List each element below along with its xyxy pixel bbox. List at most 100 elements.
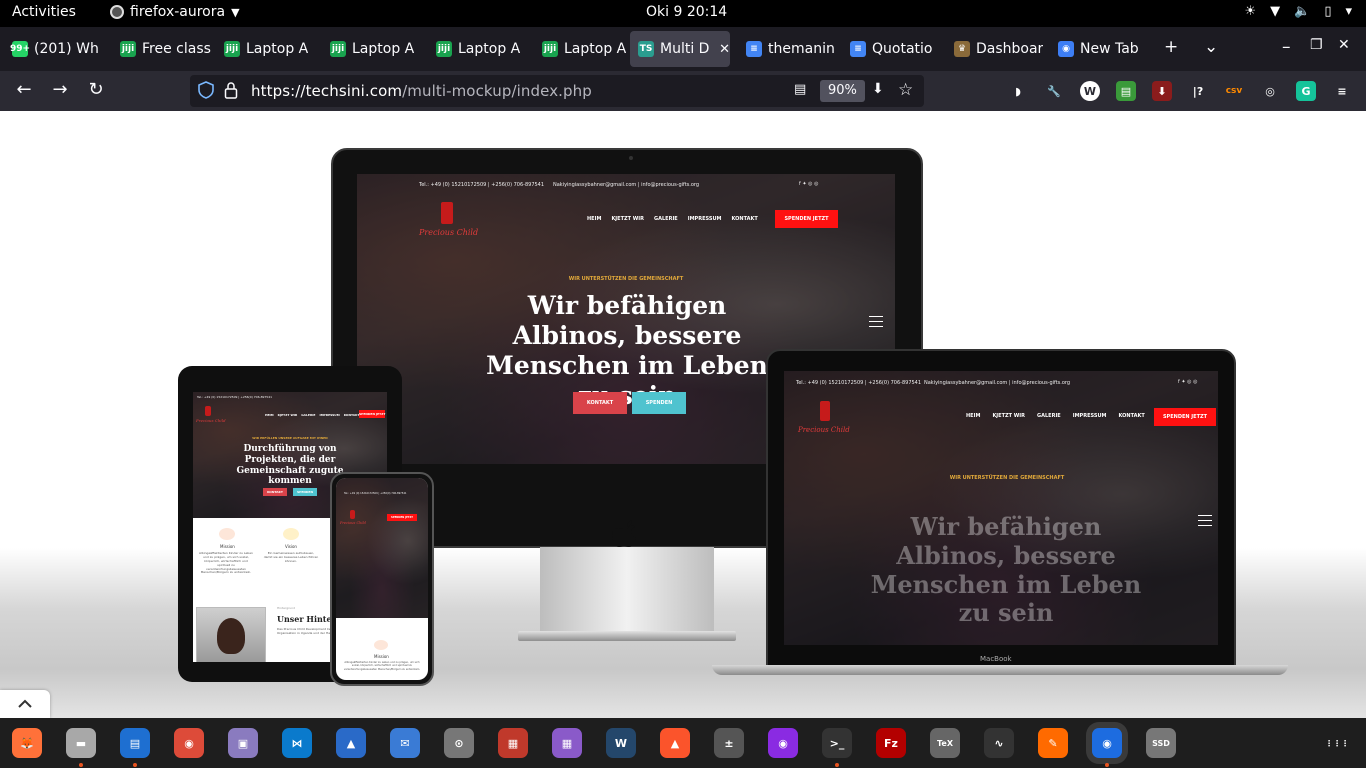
tab-2[interactable]: jiji Free class [112,31,212,67]
clock[interactable]: Oki 9 20:14 [646,4,727,20]
bookmark-star-icon[interactable]: ☆ [898,80,913,100]
tab-10[interactable]: ♛ Dashboar [946,31,1046,67]
activities-button[interactable]: Activities [12,4,76,20]
reload-button[interactable]: ↻ [84,79,108,100]
ext-green-icon[interactable]: ▤ [1116,81,1136,101]
mb-topline: Tel.: +49 (0) 15210172509 | +256(0) 706-… [796,380,922,386]
battery-icon: ▯ [1324,4,1332,19]
wordpress-icon[interactable]: W [1080,81,1100,101]
phone-topline: Tel.: +49 (0) 15210172509 | +256(0) 706-… [344,492,407,495]
mail-icon[interactable]: ✉ [390,728,420,758]
lock-icon[interactable] [224,81,238,99]
ext-yellow-icon[interactable]: |? [1188,81,1208,101]
ssd-icon[interactable]: SSD [1146,728,1176,758]
whatsapp-icon: 99+ [10,41,30,57]
close-window-button[interactable]: ✕ [1338,37,1350,53]
ipad-contact-button[interactable]: KONTAKT [263,488,287,496]
terminal-icon[interactable]: >_ [822,728,852,758]
tab-3[interactable]: jiji Laptop A [216,31,318,67]
nav-kjetzt[interactable]: KJETZT WIR [611,216,644,222]
list-all-tabs-button[interactable]: ⌄ [1204,37,1218,57]
donate-button[interactable]: SPENDEN JETZT [775,210,838,228]
scroll-to-top-button[interactable] [0,690,50,718]
close-tab-icon[interactable]: ✕ [719,42,730,57]
spenden-button[interactable]: SPENDEN [632,392,686,414]
system-tray[interactable]: ☀ ▼ 🔈 ▯ ▾ [1244,4,1352,19]
mb-nav-kontakt[interactable]: KONTAKT [1119,413,1145,419]
tab-5[interactable]: jiji Laptop A [428,31,530,67]
back-button[interactable]: ← [12,79,36,100]
tab-label: Free class [142,41,211,57]
docs-icon: ≡ [850,41,866,57]
firefox-aurora-icon[interactable]: ◉ [1092,728,1122,758]
wrench-icon[interactable]: 🔧 [1044,81,1064,101]
wireshark-icon[interactable]: W [606,728,636,758]
download-page-icon[interactable]: ⬇ [872,81,884,97]
writer-icon[interactable]: ▤ [120,728,150,758]
ipad-donate-button[interactable]: SPENDEN JETZT [359,410,385,418]
podcast-icon[interactable]: ◉ [768,728,798,758]
contact-button[interactable]: KONTAKT [573,392,627,414]
nav-heim[interactable]: HEIM [587,216,601,222]
mb-nav-kjetzt[interactable]: KJETZT WIR [992,413,1025,419]
video-icon[interactable]: ▦ [552,728,582,758]
ipad-spenden-button[interactable]: SPENDEN [293,488,317,496]
mb-nav-impressum[interactable]: IMPRESSUM [1073,413,1107,419]
calculator-icon[interactable]: ± [714,728,744,758]
nav-kontakt[interactable]: KONTAKT [732,216,758,222]
new-tab-button[interactable]: + [1164,37,1178,57]
reader-view-icon[interactable]: ▤ [794,82,806,97]
jiji-icon: jiji [330,41,346,57]
filezilla-icon[interactable]: Fz [876,728,906,758]
tab-7[interactable]: TS Multi D ✕ [630,31,730,67]
tab-11[interactable]: ◉ New Tab [1050,31,1154,67]
tab-1[interactable]: 99+ (201) Wh [4,31,108,67]
site-topline: Tel.: +49 (0) 15210172509 | +256(0) 706-… [419,182,545,188]
tab-6[interactable]: jiji Laptop A [534,31,628,67]
mb-nav-galerie[interactable]: GALERIE [1037,413,1061,419]
mb-donate-button[interactable]: SPENDEN JETZT [1154,408,1216,426]
shield-icon[interactable] [198,81,214,99]
zoom-indicator[interactable]: 90% [820,80,865,102]
grammarly-icon[interactable]: G [1296,81,1316,101]
nav-impressum[interactable]: IMPRESSUM [688,216,722,222]
url-text[interactable]: https://techsini.com/multi-mockup/index.… [251,82,592,100]
shell-icon[interactable]: ▲ [336,728,366,758]
csv-icon[interactable]: csv [1224,81,1244,101]
sublime-icon[interactable]: ✎ [1038,728,1068,758]
mb-hamburger-icon[interactable] [1198,515,1212,530]
phone-donate-button[interactable]: SPENDEN JETZT [387,514,417,521]
running-indicator [1105,763,1109,767]
brave-icon[interactable]: ▲ [660,728,690,758]
monitor-icon[interactable]: ∿ [984,728,1014,758]
presentation-icon[interactable]: ▦ [498,728,528,758]
maximize-button[interactable]: ❐ [1310,37,1323,53]
archive-icon[interactable]: ▣ [228,728,258,758]
app-menu[interactable]: firefox-aurora ▼ [110,4,240,20]
pocket-icon[interactable]: ◗ [1008,81,1028,101]
chevron-up-icon [18,699,32,708]
chrome-icon[interactable]: ◉ [174,728,204,758]
vpn-icon[interactable]: ⊙ [444,728,474,758]
tab-8[interactable]: ≡ themanin [738,31,836,67]
app-grid-icon[interactable]: ⋮⋮⋮ [1322,728,1352,758]
url-bar[interactable]: https://techsini.com/multi-mockup/index.… [190,75,924,107]
firefox-dock-icon[interactable]: 🦊 [12,728,42,758]
vscode-icon[interactable]: ⋈ [282,728,312,758]
colorpicker-icon[interactable]: ◎ [1260,81,1280,101]
tab-4[interactable]: jiji Laptop A [322,31,424,67]
texmaker-icon[interactable]: TeX [930,728,960,758]
menu-icon[interactable]: ≡ [1332,81,1352,101]
mb-nav-heim[interactable]: HEIM [966,413,980,419]
hamburger-icon[interactable] [869,316,883,331]
files-icon[interactable]: ▬ [66,728,96,758]
mission-icon [219,528,235,540]
tab-strip: 99+ (201) Wh jiji Free class jiji Laptop Ajij… [0,27,1366,71]
minimize-button[interactable]: – [1282,37,1291,57]
download-icon[interactable]: ⬇ [1152,81,1172,101]
phone-mission-icon [374,640,388,650]
nav-galerie[interactable]: GALERIE [654,216,678,222]
forward-button[interactable]: → [48,79,72,100]
founder-photo [196,607,266,662]
tab-9[interactable]: ≡ Quotatio [842,31,940,67]
